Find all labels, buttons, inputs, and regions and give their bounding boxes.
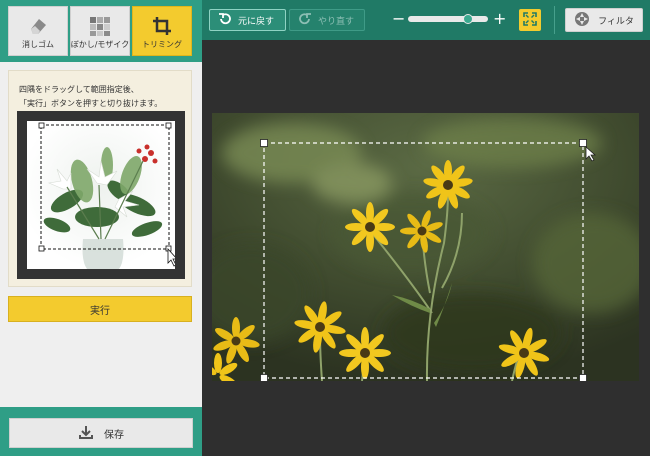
download-icon: [78, 424, 94, 443]
fit-screen-icon: [523, 11, 537, 30]
left-panel: 消しゴム ぼかし/モザイク トリミング 四隅をドラッグして範囲指定後、 「実行」…: [0, 0, 202, 456]
tool-options-panel: 四隅をドラッグして範囲指定後、 「実行」ボタンを押すと切り抜けます。 実行: [0, 62, 202, 407]
eraser-icon: [27, 15, 49, 41]
help-text: 四隅をドラッグして範囲指定後、 「実行」ボタンを押すと切り抜けます。: [19, 83, 189, 111]
undo-label: 元に戻す: [238, 16, 275, 27]
save-bar: 保存: [0, 407, 202, 456]
undo-icon: [218, 12, 232, 29]
help-illustration-photo: [27, 121, 175, 269]
crop-tool-button[interactable]: トリミング: [132, 6, 192, 56]
aperture-icon: [574, 11, 590, 30]
top-toolbar: 元に戻す やり直す − + フィルタ: [202, 0, 650, 40]
undo-button[interactable]: 元に戻す: [209, 9, 286, 31]
toolbar-divider: [554, 6, 555, 34]
help-line-2: 「実行」ボタンを押すと切り抜けます。: [19, 99, 163, 108]
zoom-out-button[interactable]: −: [392, 10, 405, 28]
edited-photo[interactable]: [212, 113, 639, 381]
help-line-1: 四隅をドラッグして範囲指定後、: [19, 85, 139, 94]
redo-label: やり直す: [318, 16, 355, 27]
redo-icon: [298, 12, 312, 29]
zoom-slider[interactable]: [408, 14, 488, 24]
fit-to-screen-button[interactable]: [519, 9, 541, 31]
save-button-label: 保存: [104, 429, 124, 441]
save-button[interactable]: 保存: [9, 418, 193, 448]
crop-icon: [151, 15, 173, 41]
help-illustration: [17, 111, 185, 279]
mosaic-icon: [88, 15, 112, 41]
zoom-in-button[interactable]: +: [493, 10, 506, 28]
editing-canvas: [202, 40, 650, 456]
mosaic-tool-button[interactable]: ぼかし/モザイク: [70, 6, 130, 56]
execute-button[interactable]: 実行: [8, 296, 192, 322]
filter-button[interactable]: フィルタ: [565, 8, 643, 32]
redo-button[interactable]: やり直す: [289, 9, 365, 31]
zoom-slider-handle[interactable]: [463, 14, 473, 24]
eraser-tool-button[interactable]: 消しゴム: [8, 6, 68, 56]
help-box: 四隅をドラッグして範囲指定後、 「実行」ボタンを押すと切り抜けます。: [8, 70, 192, 287]
filter-label: フィルタ: [598, 16, 634, 27]
tool-selector: 消しゴム ぼかし/モザイク トリミング: [0, 0, 202, 62]
